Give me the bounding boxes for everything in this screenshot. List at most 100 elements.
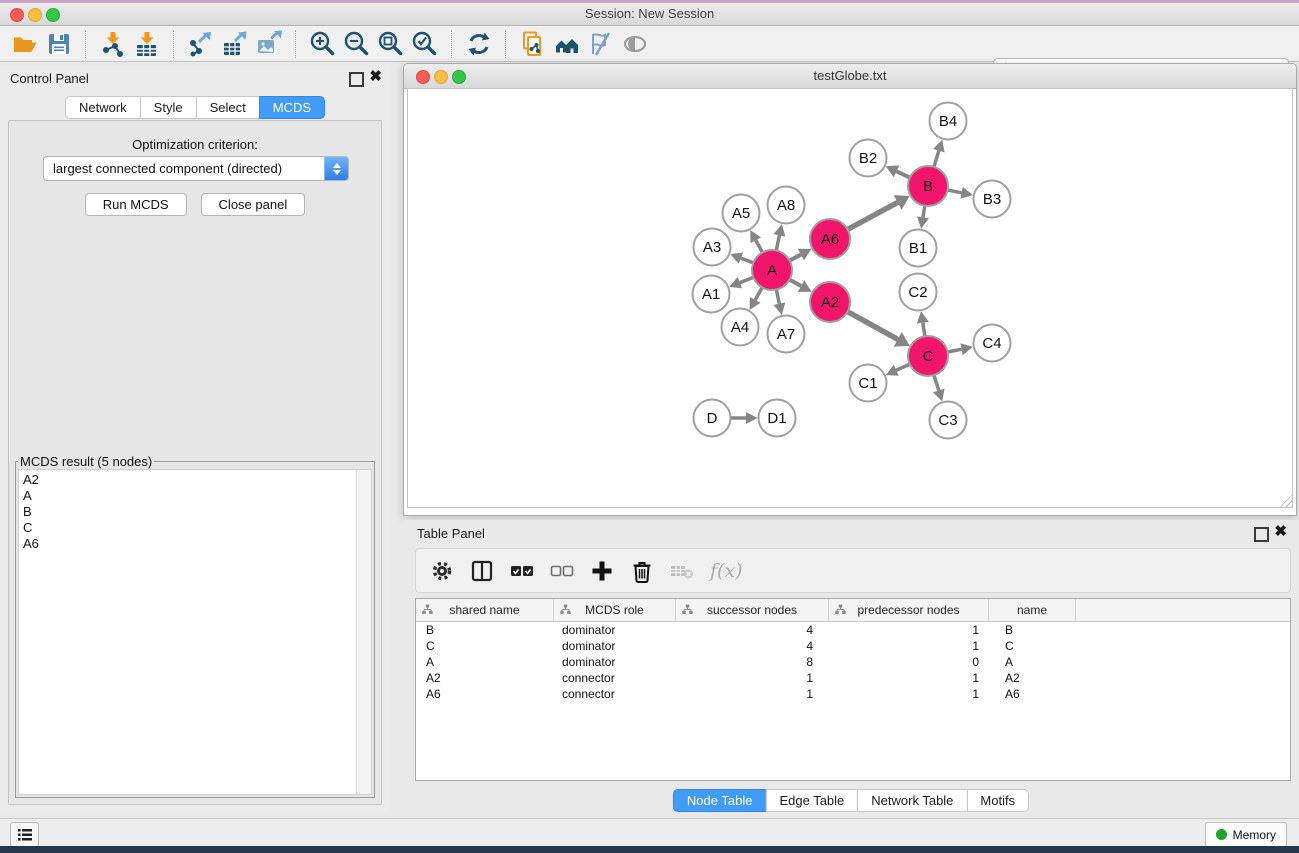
tab-network-table[interactable]: Network Table (857, 789, 967, 812)
delete-table-icon[interactable] (670, 559, 694, 583)
close-panel-button[interactable]: Close panel (201, 193, 306, 216)
graph-edge-A-A5[interactable] (756, 240, 763, 252)
zoom-selected-icon[interactable] (411, 30, 439, 58)
tab-select[interactable]: Select (196, 96, 260, 119)
graph-edge-B-B1[interactable] (923, 206, 925, 218)
result-list-item[interactable]: A2 (23, 472, 39, 488)
graph-edge-A-A8[interactable] (776, 235, 779, 250)
function-builder-icon[interactable]: f(x) (710, 560, 743, 582)
tab-node-table[interactable]: Node Table (673, 789, 767, 812)
unselect-all-columns-icon[interactable] (550, 559, 574, 583)
tab-style[interactable]: Style (140, 96, 197, 119)
new-network-from-selection-icon[interactable] (519, 30, 547, 58)
graph-edge-C-C4[interactable] (948, 349, 962, 352)
table-cell: 1 (829, 671, 989, 685)
apply-layout-icon[interactable] (465, 30, 493, 58)
show-all-icon[interactable] (621, 30, 649, 58)
column-header-label: MCDS role (585, 603, 644, 617)
zoom-traffic-light[interactable] (46, 8, 60, 22)
first-neighbors-icon[interactable] (553, 30, 581, 58)
graph-edge-C-C3[interactable] (934, 375, 939, 390)
save-session-icon[interactable] (45, 30, 73, 58)
graph-edge-B-B3[interactable] (948, 190, 962, 193)
tab-motifs[interactable]: Motifs (966, 789, 1029, 812)
table-row[interactable]: Cdominator41C (416, 638, 1290, 654)
minimize-traffic-light[interactable] (28, 8, 42, 22)
run-mcds-button[interactable]: Run MCDS (85, 193, 187, 216)
close-traffic-light[interactable] (416, 70, 430, 84)
table-row[interactable]: Adominator80A (416, 654, 1290, 670)
table-panel-title: Table Panel (417, 526, 485, 541)
table-row[interactable]: A6connector11A6 (416, 686, 1290, 702)
minimize-traffic-light[interactable] (434, 70, 448, 84)
graph-edge-C-C1[interactable] (896, 364, 909, 370)
graph-node-label: C (923, 348, 934, 365)
close-traffic-light[interactable] (10, 8, 24, 22)
mcds-result-list[interactable]: A2ABCA6 (18, 469, 372, 795)
column-header-MCDS-role[interactable]: MCDS role (554, 599, 676, 621)
graph-edge-A2-C[interactable] (848, 312, 898, 340)
tab-edge-table[interactable]: Edge Table (765, 789, 858, 812)
table-row[interactable]: A2connector11A2 (416, 670, 1290, 686)
column-header-predecessor-nodes[interactable]: predecessor nodes (829, 599, 989, 621)
network-window-title: testGlobe.txt (404, 64, 1296, 88)
result-list-item[interactable]: A6 (23, 536, 39, 552)
graph-edge-A-A6[interactable] (790, 255, 801, 261)
memory-button[interactable]: Memory (1205, 822, 1287, 847)
export-table-icon[interactable] (221, 30, 249, 58)
import-network-icon[interactable] (99, 30, 127, 58)
graph-edge-A-A7[interactable] (776, 290, 779, 304)
show-columns-icon[interactable] (470, 559, 494, 583)
graph-edge-A-A4[interactable] (755, 287, 762, 300)
network-graph[interactable]: B4B2BB3A8A5A6A3B1AC2A1A2A4A7C4CC1DD1C3 (404, 88, 1298, 513)
result-list-item[interactable]: B (23, 504, 39, 520)
table-cell: 0 (829, 655, 989, 669)
create-column-icon[interactable] (590, 559, 614, 583)
tab-network[interactable]: Network (65, 96, 141, 119)
float-panel-icon[interactable] (349, 72, 364, 87)
table-panel-header: Table Panel ✖ (403, 520, 1299, 546)
result-list-item[interactable]: C (23, 520, 39, 536)
column-header-successor-nodes[interactable]: successor nodes (676, 599, 829, 621)
table-panel: Table Panel ✖ (403, 520, 1299, 815)
tab-mcds[interactable]: MCDS (259, 96, 325, 119)
zoom-traffic-light[interactable] (452, 70, 466, 84)
criterion-dropdown-value: largest connected component (directed) (44, 161, 324, 176)
table-row[interactable]: Bdominator41B (416, 622, 1290, 638)
edge-arrowhead (917, 311, 929, 323)
graph-edge-A-A2[interactable] (790, 280, 802, 286)
graph-edge-B-B2[interactable] (897, 171, 910, 177)
table-header-row: shared name MCDS role successor nodesprede… (416, 599, 1290, 622)
result-list-item[interactable]: A (23, 488, 39, 504)
graph-edge-B-B4[interactable] (934, 151, 939, 167)
zoom-out-icon[interactable] (343, 30, 371, 58)
hide-selected-icon[interactable] (587, 30, 615, 58)
open-session-icon[interactable] (11, 30, 39, 58)
export-image-icon[interactable] (255, 30, 283, 58)
task-history-button[interactable] (10, 822, 39, 847)
app-title: Session: New Session (0, 3, 1299, 25)
node-table[interactable]: shared name MCDS role successor nodesprede… (415, 598, 1291, 781)
graph-edge-C-C2[interactable] (923, 323, 925, 337)
close-panel-icon[interactable]: ✖ (369, 69, 382, 85)
delete-column-icon[interactable] (630, 559, 654, 583)
result-list-scrollbar[interactable] (356, 470, 371, 794)
zoom-fit-icon[interactable] (377, 30, 405, 58)
close-panel-icon[interactable]: ✖ (1274, 524, 1287, 540)
column-header-shared-name[interactable]: shared name (416, 599, 554, 621)
graph-edge-A6-B[interactable] (848, 202, 898, 229)
table-cell: A6 (416, 687, 554, 701)
export-network-icon[interactable] (187, 30, 215, 58)
network-window-titlebar[interactable]: testGlobe.txt (404, 64, 1296, 89)
zoom-in-icon[interactable] (309, 30, 337, 58)
import-table-icon[interactable] (133, 30, 161, 58)
graph-edge-A-A3[interactable] (741, 258, 753, 263)
graph-edge-A-A1[interactable] (740, 277, 754, 282)
criterion-dropdown[interactable]: largest connected component (directed) (43, 156, 349, 181)
column-header-name[interactable]: name (989, 599, 1076, 621)
table-options-icon[interactable] (430, 559, 454, 583)
column-header-label: name (1017, 603, 1047, 617)
app-titlebar[interactable]: Session: New Session (0, 3, 1299, 26)
select-all-columns-icon[interactable] (510, 559, 534, 583)
float-panel-icon[interactable] (1254, 527, 1269, 542)
